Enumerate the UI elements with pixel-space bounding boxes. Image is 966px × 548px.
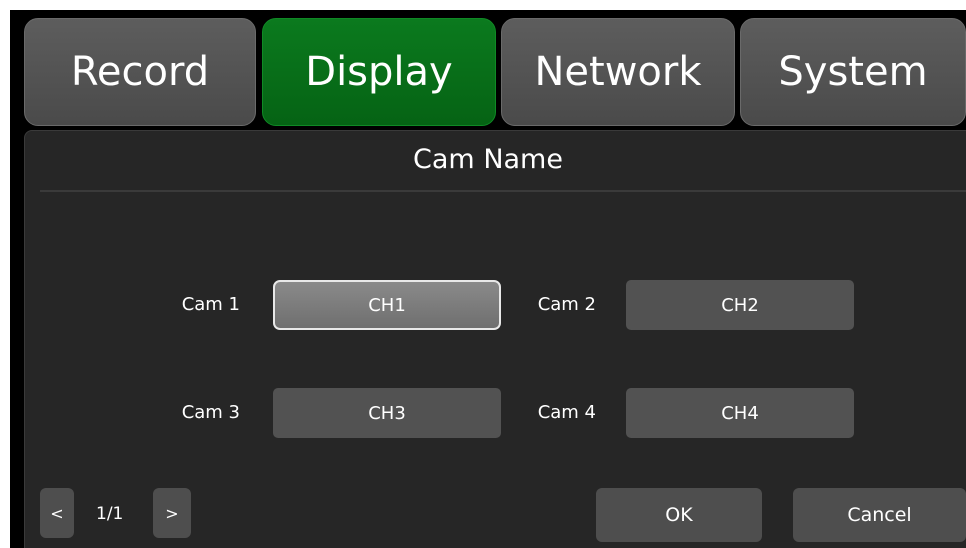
chevron-left-icon: <: [50, 503, 64, 523]
tab-network[interactable]: Network: [501, 18, 735, 126]
cam-2-label: Cam 2: [537, 294, 596, 315]
ok-button-label: OK: [665, 504, 693, 526]
tab-display[interactable]: Display: [262, 18, 496, 126]
cam-name-panel: [24, 130, 966, 548]
title-divider: [40, 190, 966, 192]
cam-2-name-field[interactable]: CH2: [626, 280, 854, 330]
cancel-button-label: Cancel: [847, 504, 912, 526]
cam-2-name-value: CH2: [721, 294, 759, 316]
tab-record[interactable]: Record: [24, 18, 256, 126]
prev-page-button[interactable]: <: [40, 488, 74, 538]
cam-1-name-field[interactable]: CH1: [273, 280, 501, 330]
chevron-right-icon: >: [165, 503, 179, 523]
cam-1-label: Cam 1: [181, 294, 240, 315]
cam-3-name-field[interactable]: CH3: [273, 388, 501, 438]
cam-4-label: Cam 4: [537, 402, 596, 423]
cancel-button[interactable]: Cancel: [793, 488, 966, 542]
cam-3-label: Cam 3: [181, 402, 240, 423]
page-indicator: 1/1: [96, 504, 124, 524]
ok-button[interactable]: OK: [596, 488, 762, 542]
tab-record-label: Record: [70, 49, 210, 95]
cam-1-name-value: CH1: [368, 294, 406, 316]
tab-system[interactable]: System: [740, 18, 966, 126]
next-page-button[interactable]: >: [153, 488, 191, 538]
panel-title: Cam Name: [413, 144, 563, 175]
cam-3-name-value: CH3: [368, 402, 406, 424]
tab-network-label: Network: [534, 49, 702, 95]
tab-system-label: System: [778, 49, 928, 95]
dvr-settings-screen: Record Display Network System Cam Name C…: [10, 10, 966, 548]
cam-4-name-value: CH4: [721, 402, 759, 424]
tab-display-label: Display: [305, 49, 453, 95]
cam-4-name-field[interactable]: CH4: [626, 388, 854, 438]
